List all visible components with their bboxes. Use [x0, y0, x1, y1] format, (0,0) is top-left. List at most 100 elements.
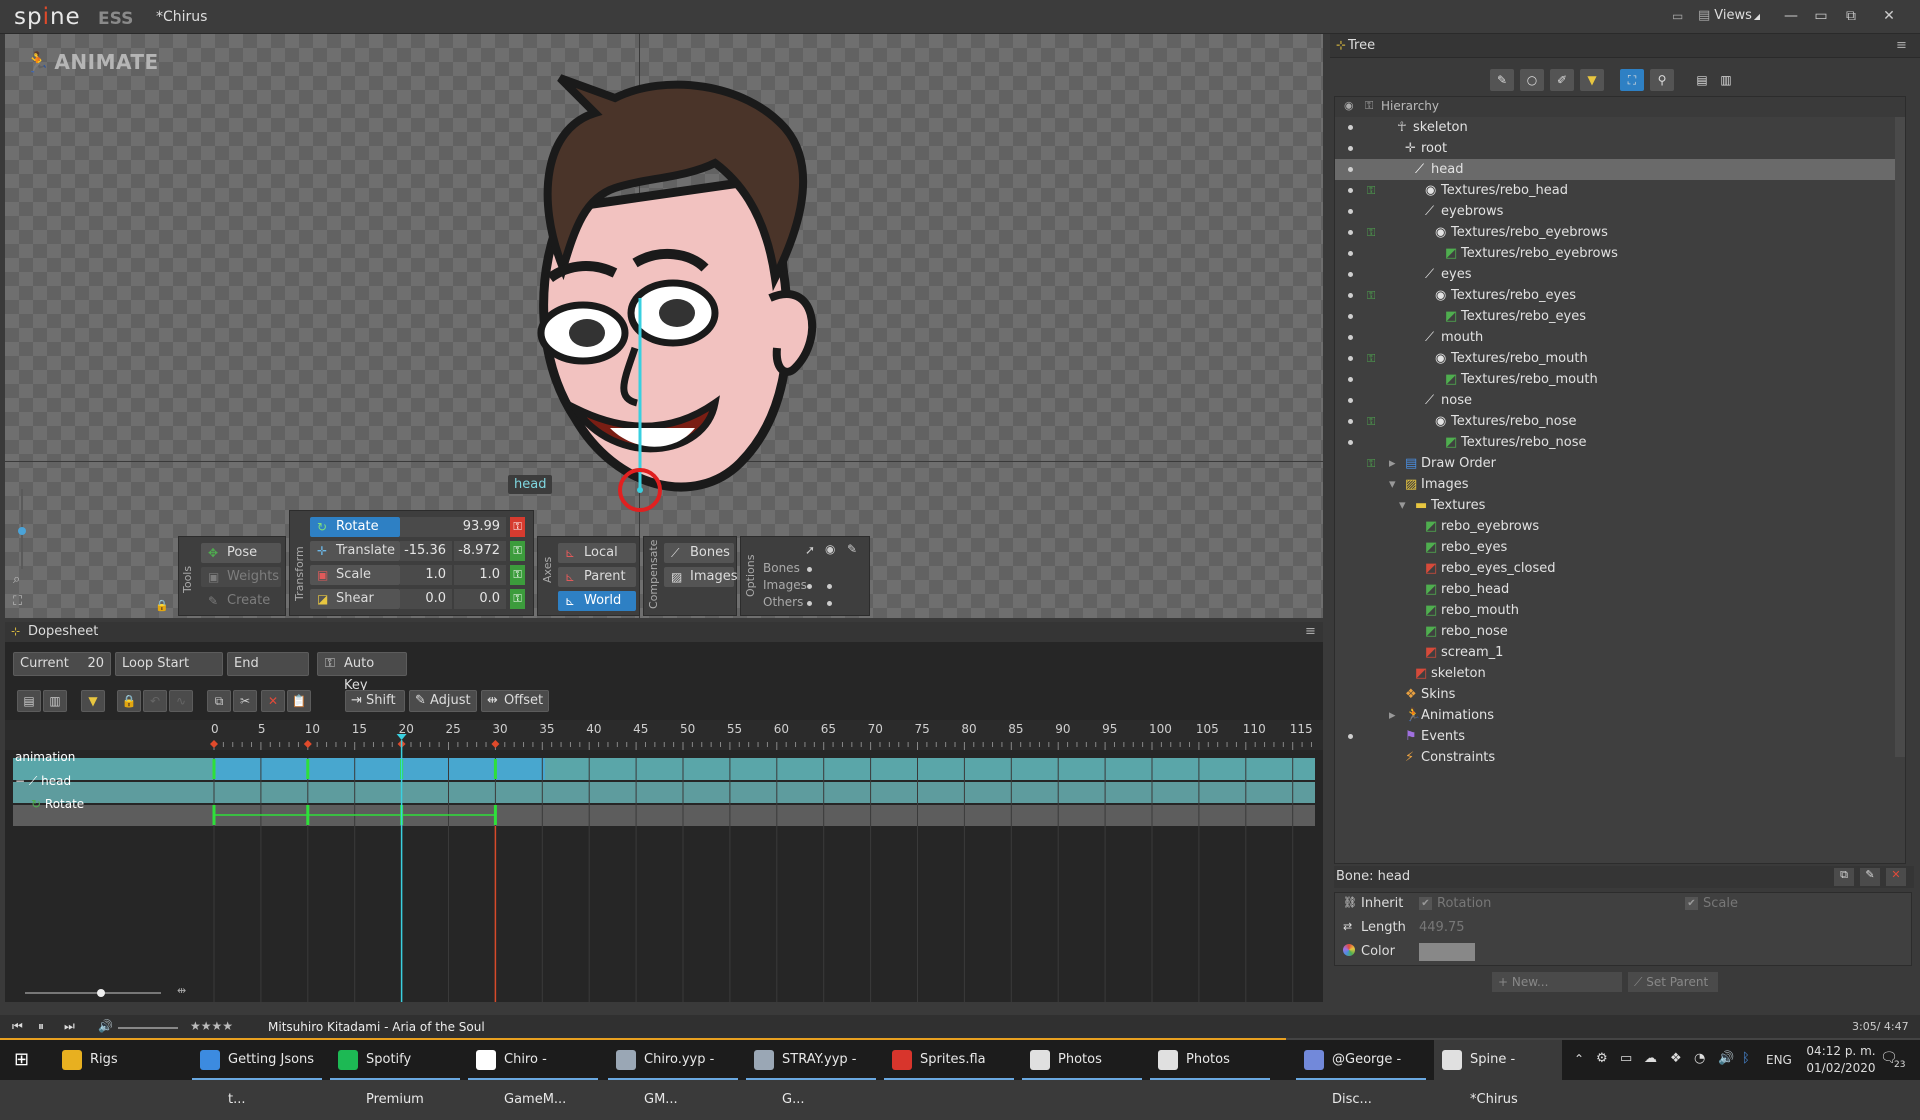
weights-tool-button[interactable]: ▣ Weights: [201, 567, 281, 587]
filter-bones-icon[interactable]: ✎: [1490, 69, 1514, 91]
translate-y-value[interactable]: -8.972: [454, 541, 506, 561]
length-value[interactable]: 449.75: [1419, 920, 1465, 935]
lock-icon[interactable]: 🔒: [117, 690, 141, 712]
loop-start-field[interactable]: Loop Start: [115, 652, 223, 676]
zoom-slider[interactable]: [15, 489, 29, 569]
taskbar-item[interactable]: Chiro.yyp - GM...: [608, 1040, 738, 1107]
duplicate-icon[interactable]: ⧉: [1834, 868, 1854, 886]
shear-button[interactable]: ◪ Shear: [310, 589, 400, 609]
rotate-value[interactable]: 93.99: [400, 517, 506, 537]
tree-row-eyes[interactable]: ⟋ eyes: [1335, 264, 1895, 285]
battery-icon[interactable]: ▭: [1620, 1051, 1632, 1066]
tray-app-icon[interactable]: ⚙: [1596, 1051, 1608, 1066]
cut-icon[interactable]: ✂: [233, 690, 257, 712]
tree-row-attachment-rebo-eyebrows[interactable]: ◩ Textures/rebo_eyebrows: [1335, 243, 1895, 264]
shear-y-value[interactable]: 0.0: [454, 589, 506, 609]
speaker-icon[interactable]: 🔊: [1718, 1051, 1734, 1066]
search-tree-icon[interactable]: ⚲: [1650, 69, 1674, 91]
taskbar-item[interactable]: Sprites.fla: [884, 1040, 1014, 1080]
translate-button[interactable]: ✛ Translate: [310, 541, 400, 561]
undo-icon[interactable]: ↶: [143, 690, 167, 712]
bone-color-swatch[interactable]: [1419, 943, 1475, 961]
scale-x-value[interactable]: 1.0: [400, 565, 452, 585]
clock-time[interactable]: 04:12 p. m.: [1806, 1044, 1876, 1058]
tree-row-images[interactable]: ▾ ▨ Images: [1335, 474, 1895, 495]
expand-icon[interactable]: ▥: [43, 690, 67, 712]
minimize-button[interactable]: —: [1778, 4, 1804, 28]
screenshot-icon[interactable]: ▭: [1672, 9, 1683, 23]
local-axes-button[interactable]: ⊾ Local: [558, 543, 636, 563]
tree-row-mouth[interactable]: ⟋ mouth: [1335, 327, 1895, 348]
collapse-icon[interactable]: ▤: [17, 690, 41, 712]
zoom-icon[interactable]: ⌕: [13, 572, 20, 587]
maximize-button[interactable]: ⧉: [1838, 4, 1864, 28]
pause-icon[interactable]: ⏸: [38, 1019, 44, 1034]
tree-row-slot-rebo-eyebrows[interactable]: ⚿ ◉ Textures/rebo_eyebrows: [1335, 222, 1895, 243]
tree-scrollbar[interactable]: [1895, 117, 1905, 757]
tree-row-slot-rebo-head[interactable]: ⚿ ◉ Textures/rebo_head: [1335, 180, 1895, 201]
lock-icon[interactable]: 🔒: [155, 599, 169, 612]
tree-row-skeleton[interactable]: ☥ skeleton: [1335, 117, 1895, 138]
copy-icon[interactable]: ⧉: [207, 690, 231, 712]
rename-icon[interactable]: ✎: [1860, 868, 1880, 886]
delete-icon[interactable]: ✕: [1886, 868, 1906, 886]
tree-row-events[interactable]: ⚑ Events: [1335, 726, 1895, 747]
scale-button[interactable]: ▣ Scale: [310, 565, 400, 585]
character-head[interactable]: [465, 68, 825, 538]
auto-key-button[interactable]: ⚿ Auto Key: [317, 652, 407, 693]
tree-row-image-rebo-nose[interactable]: ◩ rebo_nose: [1335, 621, 1895, 642]
taskbar-item[interactable]: Chiro - GameM...: [468, 1040, 598, 1107]
shift-button[interactable]: ⇥ Shift: [345, 690, 405, 712]
volume-icon[interactable]: 🔊: [98, 1019, 113, 1033]
offset-button[interactable]: ⇹ Offset: [481, 690, 549, 712]
rotate-timeline-label[interactable]: ↻ Rotate: [31, 797, 84, 811]
filter-icon[interactable]: ▼: [81, 690, 105, 712]
curve-icon[interactable]: ∿: [169, 690, 193, 712]
compensate-images-button[interactable]: ▨ Images: [664, 567, 738, 587]
tree-row-animations[interactable]: ▸ 🏃 Animations: [1335, 705, 1895, 726]
paste-icon[interactable]: 📋: [287, 690, 311, 712]
inherit-scale-checkbox[interactable]: ✔: [1685, 897, 1698, 910]
tree-row-image-rebo-head[interactable]: ◩ rebo_head: [1335, 579, 1895, 600]
delete-key-icon[interactable]: ✕: [261, 690, 285, 712]
filter-slots-icon[interactable]: ○: [1520, 69, 1544, 91]
panel-menu-icon[interactable]: ≡: [1305, 624, 1316, 639]
tree-row-attachment-rebo-eyes[interactable]: ◩ Textures/rebo_eyes: [1335, 306, 1895, 327]
fit-timeline-icon[interactable]: ⇹: [177, 984, 186, 997]
close-button[interactable]: ✕: [1876, 4, 1902, 28]
tree-row-skins[interactable]: ❖ Skins: [1335, 684, 1895, 705]
tree-row-constraints[interactable]: ⚡ Constraints: [1335, 747, 1895, 768]
translate-x-value[interactable]: -15.36: [400, 541, 452, 561]
tree-row-head[interactable]: ⟋ head: [1335, 159, 1895, 180]
translate-key-button[interactable]: ⚿: [510, 541, 525, 561]
compensate-bones-button[interactable]: ⟋ Bones: [664, 543, 734, 563]
tree-row-eyebrows[interactable]: ⟋ eyebrows: [1335, 201, 1895, 222]
tree-row-image-rebo-eyes[interactable]: ◩ rebo_eyes: [1335, 537, 1895, 558]
others-visible-dot[interactable]: [827, 601, 832, 606]
current-frame-field[interactable]: Current 20: [13, 652, 111, 676]
bluetooth-icon[interactable]: ᛒ: [1742, 1051, 1750, 1066]
tree-row-slot-rebo-nose[interactable]: ⚿ ◉ Textures/rebo_nose: [1335, 411, 1895, 432]
shear-key-button[interactable]: ⚿: [510, 589, 525, 609]
parent-axes-button[interactable]: ⊾ Parent: [558, 567, 636, 587]
filter-attachments-icon[interactable]: ✐: [1550, 69, 1574, 91]
dropbox-icon[interactable]: ❖: [1670, 1051, 1682, 1066]
timeline-zoom-slider[interactable]: [17, 988, 169, 998]
scale-key-button[interactable]: ⚿: [510, 565, 525, 585]
create-tool-button[interactable]: ✎ Create: [201, 591, 281, 611]
tree-row-slot-rebo-mouth[interactable]: ⚿ ◉ Textures/rebo_mouth: [1335, 348, 1895, 369]
fit-view-icon[interactable]: ⛶: [13, 594, 22, 609]
bones-select-dot[interactable]: [807, 567, 812, 572]
pose-tool-button[interactable]: ✥ Pose: [201, 543, 281, 563]
tree-row-root[interactable]: ✛ root: [1335, 138, 1895, 159]
network-icon[interactable]: ◔: [1694, 1051, 1705, 1066]
taskbar-item[interactable]: Spotify Premium: [330, 1040, 460, 1107]
rating-stars[interactable]: ★★★★: [190, 1019, 233, 1033]
taskbar-item[interactable]: STRAY.yyp - G...: [746, 1040, 876, 1107]
set-parent-button[interactable]: ⟋ Set Parent: [1628, 972, 1718, 992]
volume-slider[interactable]: [118, 1027, 178, 1029]
tree-row-attachment-rebo-nose[interactable]: ◩ Textures/rebo_nose: [1335, 432, 1895, 453]
new-button[interactable]: + New...: [1492, 972, 1622, 992]
filter-icon[interactable]: ▼: [1580, 69, 1604, 91]
images-visible-dot[interactable]: [827, 584, 832, 589]
